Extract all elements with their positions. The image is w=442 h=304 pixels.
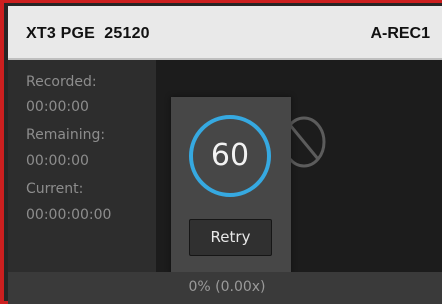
retry-dialog: 60 Retry: [171, 97, 291, 275]
channel-label: A-REC1: [370, 25, 430, 42]
recorded-value: 00:00:00: [26, 99, 89, 115]
remaining-label: Remaining:: [26, 127, 106, 143]
progress-text: 0% (0.00x): [188, 279, 266, 295]
recorded-label: Recorded:: [26, 74, 97, 90]
remaining-value: 00:00:00: [26, 153, 89, 169]
countdown-value: 60: [210, 138, 250, 173]
status-bar: 0% (0.00x): [8, 272, 442, 304]
panel-title: XT3 PGE 25120: [26, 25, 150, 42]
current-label: Current:: [26, 181, 84, 197]
current-value: 00:00:00:00: [26, 207, 112, 223]
recorder-panel: XT3 PGE 25120 A-REC1 Recorded: 00:00:00 …: [0, 0, 442, 304]
panel-header: XT3 PGE 25120 A-REC1: [8, 6, 442, 60]
retry-button[interactable]: Retry: [189, 219, 272, 256]
recording-info: Recorded: 00:00:00 Remaining: 00:00:00 C…: [8, 60, 156, 272]
